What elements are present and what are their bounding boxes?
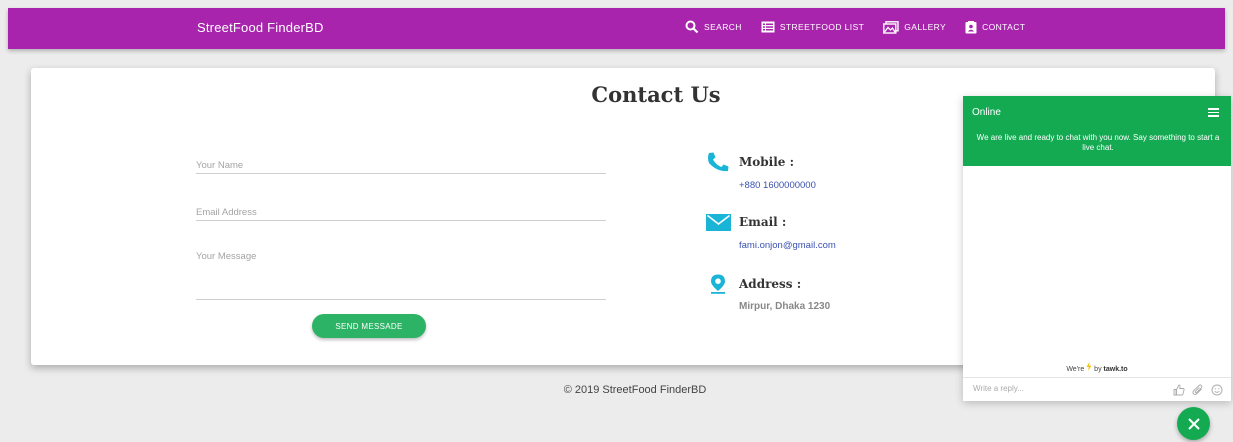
chat-tools: [1166, 383, 1223, 401]
nav-contact-label: CONTACT: [982, 22, 1026, 32]
name-input[interactable]: [196, 160, 606, 171]
nav-search[interactable]: SEARCH: [685, 20, 742, 34]
emoji-icon[interactable]: [1211, 383, 1223, 401]
phone-icon: [708, 152, 729, 172]
chat-menu-icon[interactable]: [1208, 108, 1219, 119]
mobile-label: Mobile :: [739, 155, 795, 169]
brand-logo[interactable]: StreetFood FinderBD: [197, 20, 324, 35]
chat-header: Online We are live and ready to chat wit…: [963, 96, 1231, 166]
message-textarea[interactable]: [196, 251, 606, 295]
email-field-wrapper: [196, 202, 606, 221]
nav-links: SEARCH STREETFOOD LIST GALLERY CONTACT: [685, 20, 1044, 34]
chat-widget: Online We are live and ready to chat wit…: [963, 96, 1231, 401]
gallery-icon: [883, 20, 899, 34]
paperclip-icon[interactable]: [1192, 383, 1204, 401]
email-value[interactable]: fami.onjon@gmail.com: [739, 240, 836, 251]
nav-streetfood-list-label: STREETFOOD LIST: [779, 22, 865, 32]
contact-icon: [965, 20, 977, 33]
name-field-wrapper: [196, 155, 606, 174]
nav-search-label: SEARCH: [704, 22, 742, 32]
address-value: Mirpur, Dhaka 1230: [739, 301, 831, 312]
mobile-value[interactable]: +880 1600000000: [739, 180, 816, 191]
chat-reply-input[interactable]: [973, 384, 1123, 393]
close-icon: [1187, 417, 1200, 430]
chat-brand-name: tawk.to: [1103, 366, 1128, 373]
lightning-icon: [1086, 362, 1092, 371]
nav-gallery-label: GALLERY: [904, 22, 947, 32]
address-label: Address :: [739, 277, 802, 291]
nav-contact[interactable]: CONTACT: [965, 20, 1026, 34]
navbar: StreetFood FinderBD SEARCH STREETFOOD LI…: [8, 8, 1225, 49]
map-pin-icon: [711, 274, 725, 294]
email-input[interactable]: [196, 207, 606, 218]
search-icon: [685, 20, 699, 34]
chat-branding[interactable]: We're by tawk.to: [963, 362, 1231, 373]
list-icon: [761, 21, 775, 33]
chat-welcome-message: We are live and ready to chat with you n…: [976, 133, 1220, 152]
chat-brand-prefix: We're: [1066, 366, 1085, 373]
nav-streetfood-list[interactable]: STREETFOOD LIST: [761, 21, 864, 33]
chat-input-bar: [963, 377, 1231, 401]
envelope-icon: [706, 214, 731, 231]
thumbs-up-icon[interactable]: [1173, 383, 1185, 401]
email-label: Email :: [739, 215, 787, 229]
nav-gallery[interactable]: GALLERY: [883, 20, 947, 34]
chat-close-button[interactable]: [1177, 407, 1210, 440]
send-message-button[interactable]: SEND MESSADE: [312, 314, 426, 338]
chat-brand-by: by: [1094, 366, 1102, 373]
message-field-wrapper: [196, 251, 606, 300]
chat-status: Online: [972, 107, 1001, 118]
